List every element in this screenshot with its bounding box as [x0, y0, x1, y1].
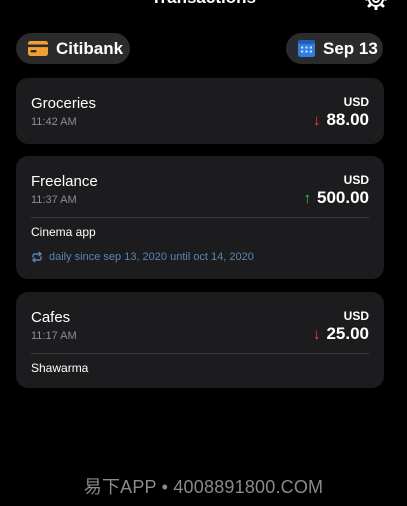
transaction-note: Shawarma	[31, 361, 89, 375]
page-title: Transactions	[0, 0, 407, 8]
bank-filter-button[interactable]: Citibank	[16, 33, 130, 64]
transaction-time: 11:17 AM	[31, 330, 77, 342]
date-filter-label: Sep 13	[323, 38, 378, 58]
divider	[31, 353, 369, 354]
transaction-currency: USD	[343, 309, 369, 323]
transaction-amount: ↑ 500.00	[304, 188, 370, 208]
card-icon	[28, 41, 48, 56]
transaction-card-groceries[interactable]: Groceries 11:42 AM USD ↓ 88.00	[16, 78, 384, 144]
transaction-name: Freelance	[31, 173, 98, 190]
bank-filter-label: Citibank	[56, 38, 124, 58]
transaction-time: 11:42 AM	[31, 116, 77, 128]
arrow-down-icon: ↓	[312, 111, 321, 129]
repeat-icon	[32, 251, 42, 263]
arrow-down-icon: ↓	[312, 325, 321, 343]
recurrence-text: daily since sep 13, 2020 until oct 14, 2…	[49, 251, 254, 263]
transaction-name: Cafes	[31, 309, 71, 326]
transaction-time: 11:37 AM	[31, 194, 77, 206]
transaction-card-freelance[interactable]: Freelance 11:37 AM USD ↑ 500.00 Cinema a…	[16, 156, 384, 279]
transaction-name: Groceries	[31, 95, 97, 112]
divider	[31, 217, 369, 218]
arrow-up-icon: ↑	[303, 189, 312, 207]
calendar-icon	[298, 40, 315, 57]
top-bar: Transactions	[0, 0, 407, 28]
date-filter-button[interactable]: Sep 13	[286, 33, 383, 64]
gear-icon[interactable]	[364, 0, 388, 11]
recurrence-info: daily since sep 13, 2020 until oct 14, 2…	[31, 251, 254, 263]
transaction-amount: ↓ 88.00	[313, 110, 369, 130]
transaction-amount-value: 88.00	[326, 110, 369, 129]
transaction-amount-value: 500.00	[317, 188, 369, 207]
watermark-text: 易下APP • 4008891800.COM	[83, 477, 324, 497]
transaction-amount: ↓ 25.00	[313, 324, 369, 344]
transaction-note: Cinema app	[31, 225, 96, 239]
transaction-card-cafes[interactable]: Cafes 11:17 AM USD ↓ 25.00 Shawarma	[16, 292, 384, 388]
transaction-currency: USD	[343, 95, 369, 109]
transaction-amount-value: 25.00	[326, 324, 369, 343]
transaction-currency: USD	[343, 173, 369, 187]
